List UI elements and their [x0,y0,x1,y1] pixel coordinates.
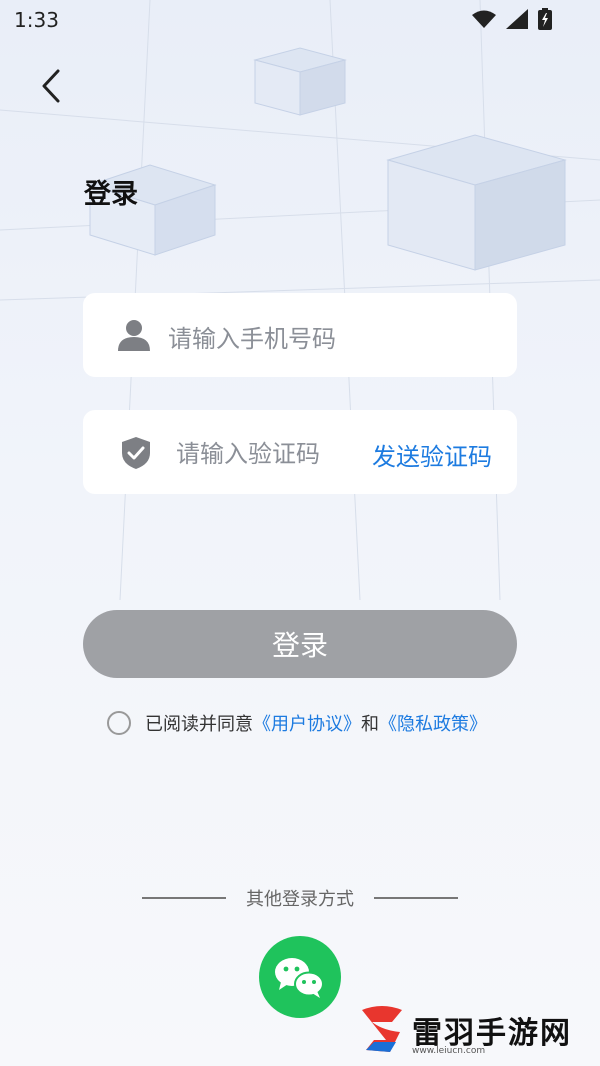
wechat-icon [275,958,324,998]
page-title: 登录 [84,179,138,210]
user-icon [118,320,150,351]
agree-checkbox[interactable] [107,711,131,735]
divider-right [374,897,458,899]
code-field[interactable]: 请输入验证码 发送验证码 [83,410,517,494]
wechat-login-button[interactable] [259,936,341,1018]
phone-field[interactable]: 请输入手机号码 [83,293,517,377]
user-agreement-link[interactable]: 《用户协议》 [253,710,361,736]
phone-input-placeholder: 请输入手机号码 [168,325,336,353]
battery-icon [538,8,552,30]
agree-text: 已阅读并同意 [145,714,253,735]
other-login-label: 其他登录方式 [246,889,354,910]
status-icons [472,8,552,30]
other-login-divider: 其他登录方式 [0,885,600,911]
shield-check-icon [122,437,150,469]
back-arrow-icon[interactable] [38,66,68,106]
privacy-policy-link[interactable]: 《隐私政策》 [379,710,487,736]
watermark-url: www.leiucn.com [412,1046,486,1056]
send-code-button[interactable]: 发送验证码 [372,437,492,472]
code-input-placeholder: 请输入验证码 [176,440,320,468]
signal-icon [506,9,528,29]
wifi-icon [472,10,496,28]
and-text: 和 [361,714,379,735]
agreement-row: 已阅读并同意 《用户协议》 和 《隐私政策》 [107,710,487,736]
status-time: 1:33 [14,8,59,32]
status-bar: 1:33 [0,0,600,40]
watermark: 雷羽手游网 www.leiucn.com [352,1000,592,1060]
login-button[interactable]: 登录 [83,610,517,678]
divider-left [142,897,226,899]
watermark-logo-icon [362,1006,402,1052]
